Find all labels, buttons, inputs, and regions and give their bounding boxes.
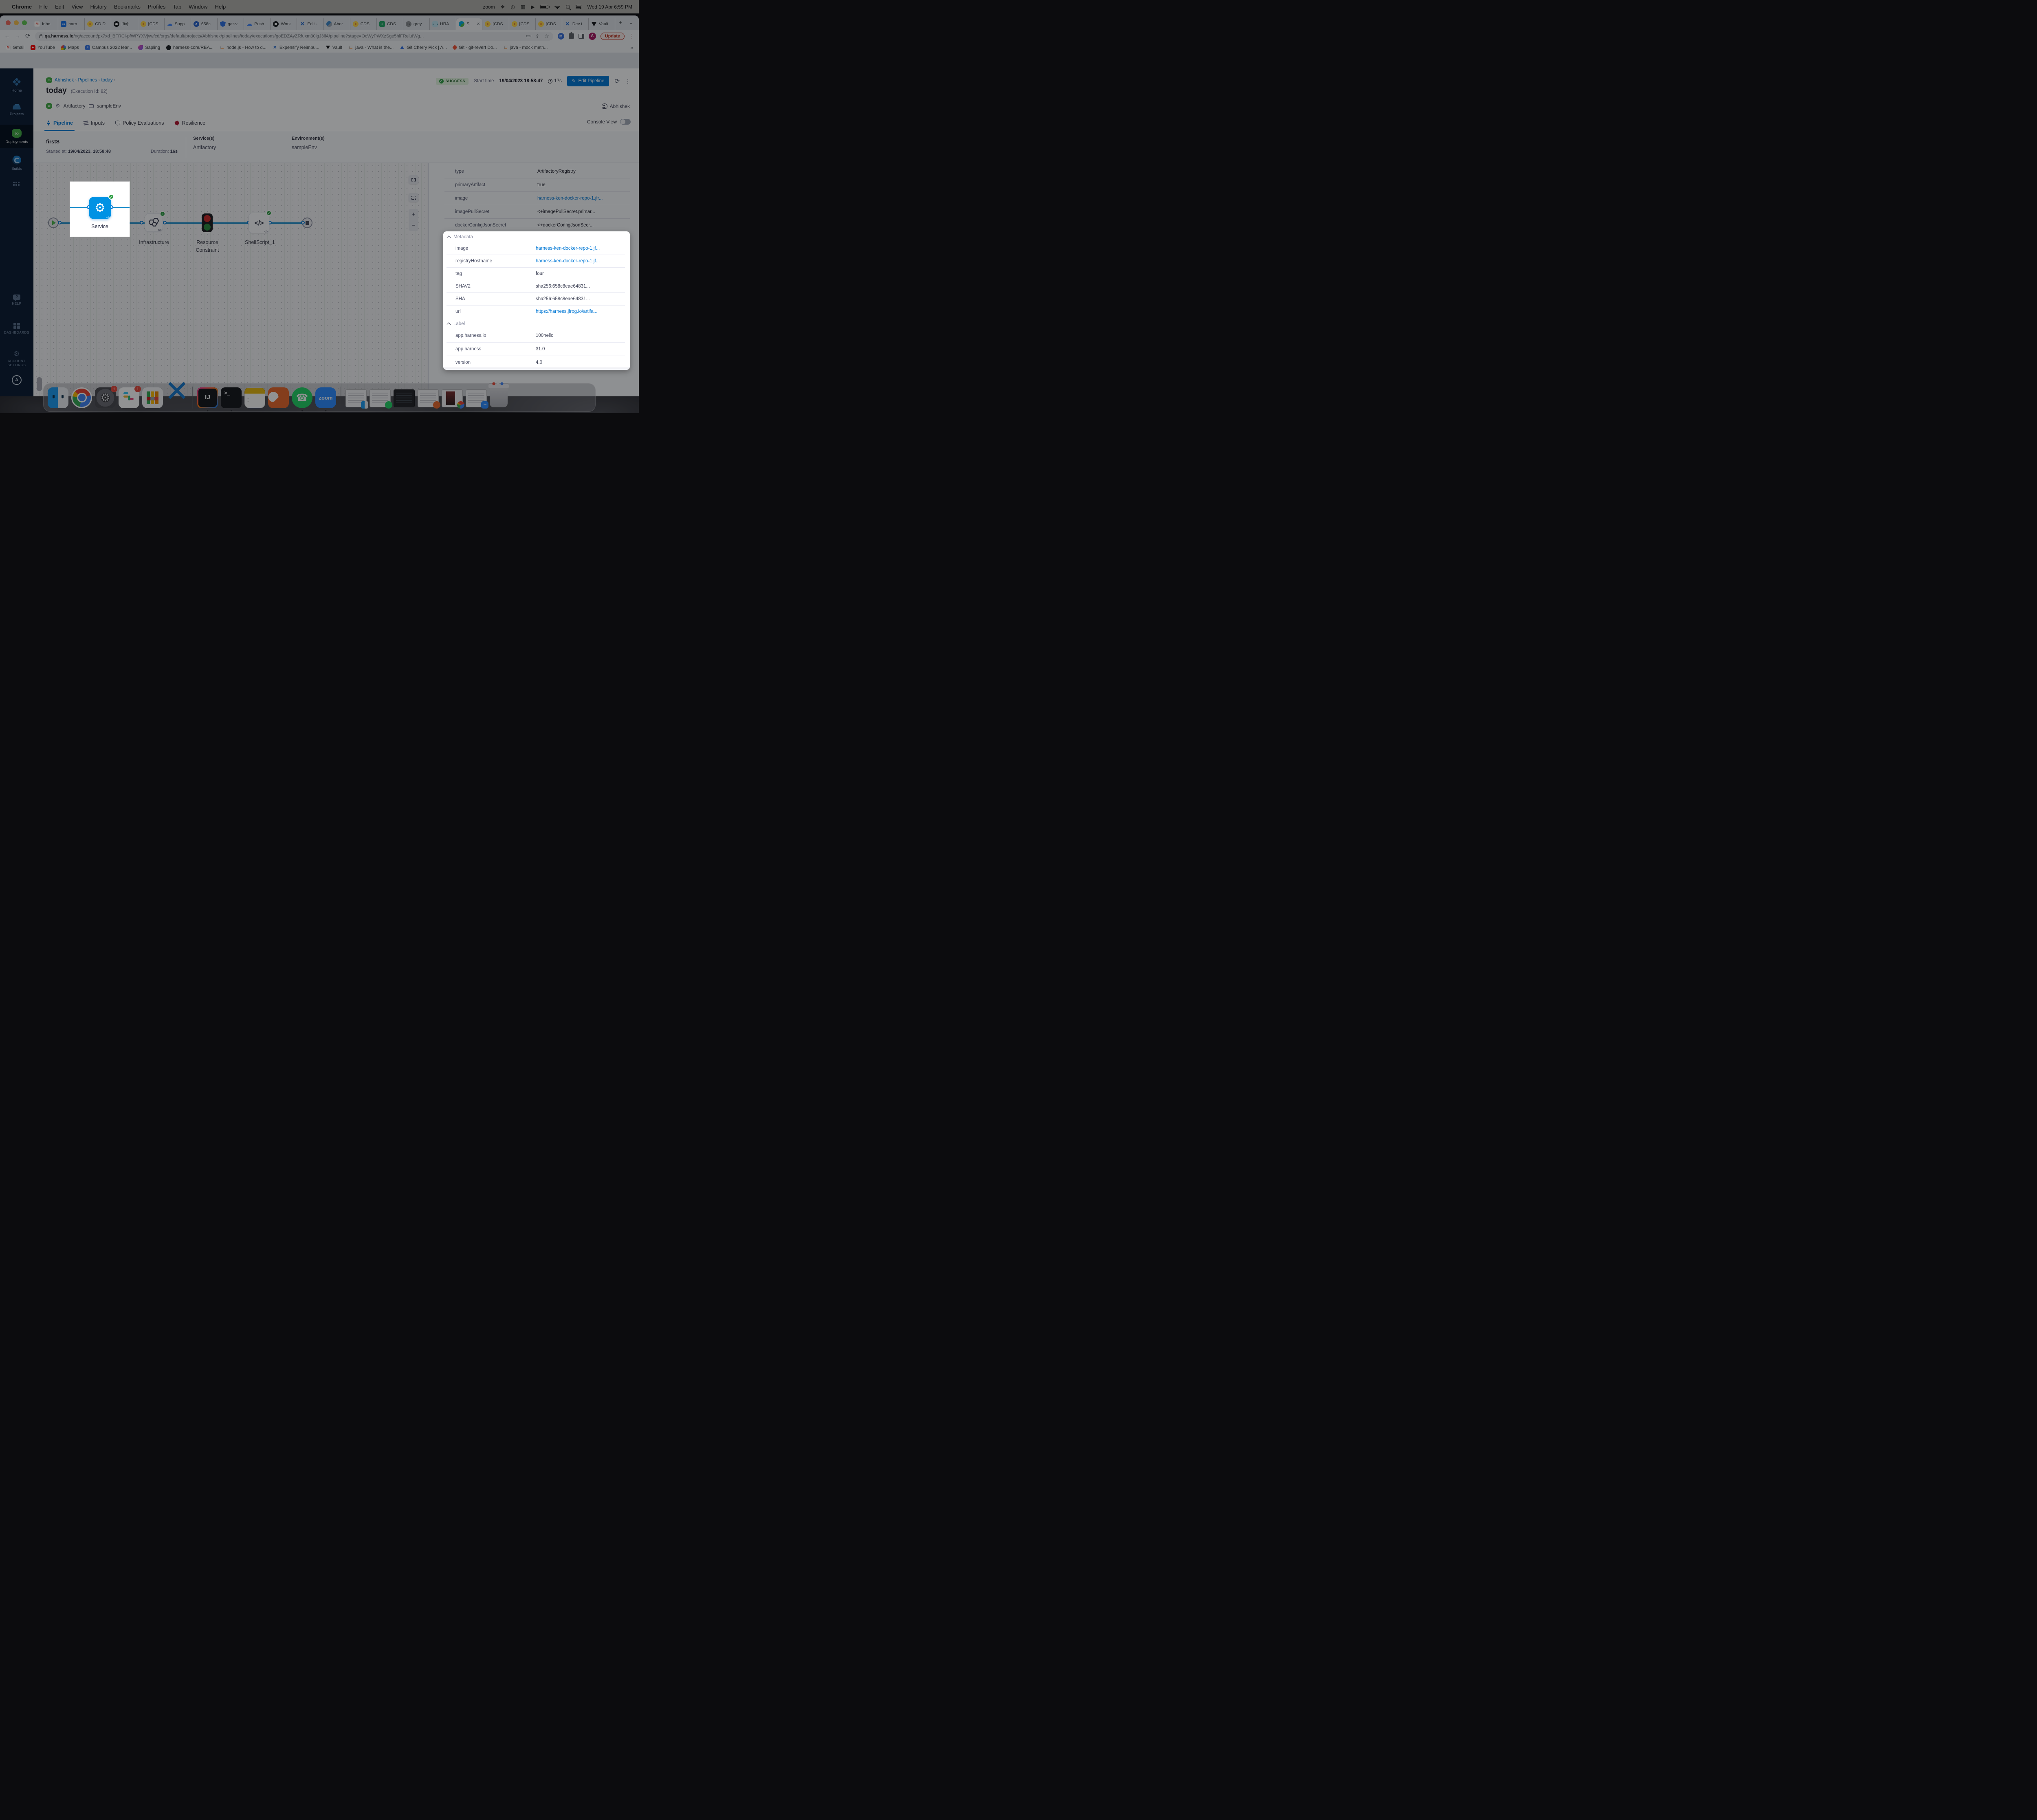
card-row-key: registryHostname <box>455 259 492 264</box>
section-title: Label <box>453 321 465 326</box>
metadata-card: Metadata image harness-ken-docker-repo-1.j… <box>443 231 630 370</box>
chevron-up-icon <box>447 235 451 240</box>
card-row-value: sha256:658c8eae64831... <box>536 284 625 289</box>
card-row-key: image <box>455 246 468 251</box>
card-section-label: Label app.harness.io 100hello app.harness 31… <box>443 318 630 369</box>
card-row-key: SHA <box>455 297 465 301</box>
card-row-tag: tag four <box>447 268 625 280</box>
card-row-key: url <box>455 309 461 314</box>
card-row-key: app.harness <box>455 347 481 352</box>
node-label[interactable]: Service <box>70 224 130 229</box>
card-row-key: SHAV2 <box>455 284 471 289</box>
macos-desktop: ChromeFileEditViewHistoryBookmarksProfil… <box>0 0 639 413</box>
code-corner-icon: </> <box>106 217 110 220</box>
card-row-value: four <box>536 271 625 276</box>
card-section-metadata: Metadata image harness-ken-docker-repo-1.j… <box>443 231 630 318</box>
card-row-value: 4.0 <box>536 360 625 365</box>
card-row-value: 100hello <box>536 333 625 338</box>
card-row-key: tag <box>455 271 462 276</box>
card-row-value[interactable]: harness-ken-docker-repo-1.jf... <box>536 259 625 264</box>
section-title: Metadata <box>453 235 473 240</box>
card-row-app-harness: app.harness 31.0 <box>447 343 625 356</box>
card-row-app-harness-io: app.harness.io 100hello <box>447 329 625 343</box>
card-footer <box>443 367 630 370</box>
card-row-url: url https://harness.jfrog.io/artifa... <box>447 306 625 318</box>
card-row-value: 31.0 <box>536 347 625 352</box>
section-header-label[interactable]: Label <box>443 318 630 329</box>
service-node-spotlight: ⚙ ✓ </> Service <box>70 182 130 237</box>
card-row-sha: SHA sha256:658c8eae64831... <box>447 293 625 306</box>
card-row-value: sha256:658c8eae64831... <box>536 297 625 301</box>
card-row-registryhostname: registryHostname harness-ken-docker-repo-… <box>447 255 625 268</box>
card-row-key: app.harness.io <box>455 333 486 338</box>
service-gear-icon: ⚙ <box>95 202 106 214</box>
chevron-up-icon <box>447 322 451 326</box>
card-row-key: version <box>455 360 471 365</box>
service-node[interactable]: ⚙ ✓ </> <box>89 197 111 219</box>
card-row-image: image harness-ken-docker-repo-1.jf... <box>447 242 625 255</box>
card-row-value[interactable]: https://harness.jfrog.io/artifa... <box>536 309 625 314</box>
card-row-value[interactable]: harness-ken-docker-repo-1.jf... <box>536 246 625 251</box>
section-header-metadata[interactable]: Metadata <box>443 231 630 242</box>
success-check-icon: ✓ <box>108 194 114 200</box>
card-row-shav2: SHAV2 sha256:658c8eae64831... <box>447 280 625 293</box>
